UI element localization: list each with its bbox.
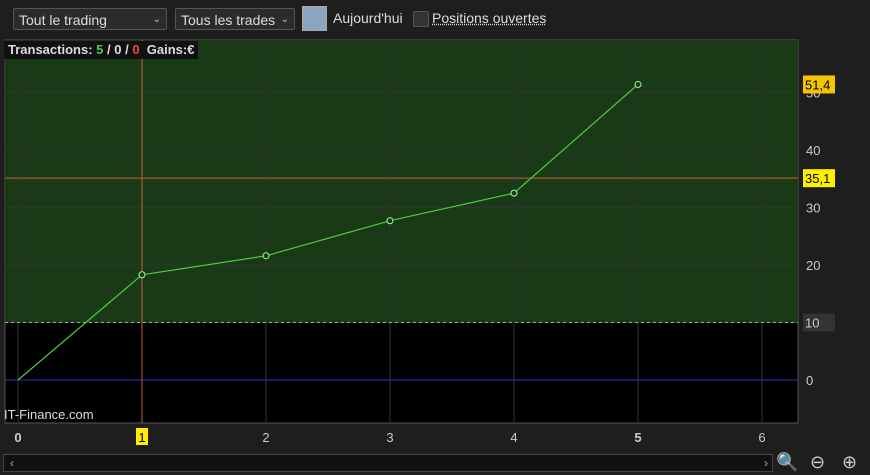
scroll-right-icon[interactable]: ›: [764, 456, 768, 470]
transactions-label: Transactions:: [8, 42, 93, 57]
zoom-in-icon[interactable]: ⊕: [842, 452, 857, 473]
data-point: [510, 189, 518, 197]
y-tick-label: 40: [806, 143, 820, 158]
transactions-summary: Transactions: 5 / 0 / 0 Gains:€: [4, 41, 199, 59]
y-tick-label: 30: [806, 201, 820, 216]
x-tick-label: 3: [386, 430, 393, 445]
x-tick-label: 2: [262, 430, 269, 445]
x-tick-label: 4: [510, 430, 517, 445]
gains-currency: €: [187, 42, 195, 57]
data-point: [138, 271, 146, 279]
last-value-label: 51,4: [805, 77, 830, 92]
data-point: [386, 217, 394, 225]
neutral-count: 0: [114, 42, 122, 57]
x-tick-label: 1: [138, 430, 145, 445]
x-tick-label: 6: [758, 430, 765, 445]
x-tick-label: 0: [14, 430, 21, 445]
y-tick-label: 20: [806, 258, 820, 273]
cursor-value-label: 35,1: [805, 171, 830, 186]
data-point: [262, 252, 270, 260]
x-tick-label: 5: [634, 430, 641, 445]
watermark: IT-Finance.com: [4, 407, 94, 422]
threshold-label: 10: [805, 316, 819, 331]
equity-chart: 0123456010203040501035,151,4: [4, 39, 835, 445]
data-point: [634, 80, 642, 88]
gains-label: Gains:: [146, 42, 188, 57]
losses-count: 0: [132, 42, 140, 57]
horizontal-scrollbar[interactable]: ‹ ›: [3, 454, 773, 472]
y-tick-label: 0: [806, 373, 813, 388]
zoom-out-icon[interactable]: ⊖: [810, 452, 825, 473]
scroll-left-icon[interactable]: ‹: [10, 456, 14, 470]
zoom-fit-icon[interactable]: 🔍: [776, 452, 798, 473]
profit-zone: [5, 40, 798, 323]
wins-count: 5: [96, 42, 104, 57]
